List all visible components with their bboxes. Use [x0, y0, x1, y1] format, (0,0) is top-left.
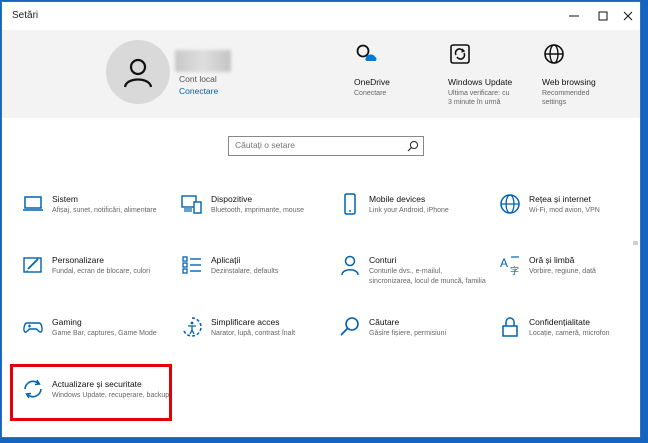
user-icon [123, 58, 153, 88]
tile-subtitle: Vorbire, regiune, dată [529, 268, 596, 275]
tile-title: Aplicații [211, 255, 241, 265]
header-item-subtitle: settings [542, 99, 567, 106]
devices-icon [181, 195, 202, 214]
header-item-subtitle: Conectare [354, 90, 387, 97]
tile-subtitle: Link your Android, iPhone [369, 207, 449, 214]
tile-system[interactable]: Sistem Afișaj, sunet, notificări, alimen… [22, 193, 172, 243]
tile-apps[interactable]: Aplicații Dezinstalare, defaults [181, 254, 331, 304]
maximize-icon [598, 11, 608, 21]
tile-title: Rețea și internet [529, 194, 591, 204]
tile-title: Dispozitive [211, 194, 253, 204]
header-item-subtitle: 3 minute în urmă [448, 99, 501, 106]
tile-personalization[interactable]: Personalizare Fundal, ecran de blocare, … [22, 254, 172, 304]
tile-title: Gaming [52, 317, 82, 327]
tile-title: Căutare [369, 317, 400, 327]
tile-subtitle: Găsire fișiere, permisiuni [369, 330, 447, 337]
header-item-title: OneDrive [354, 77, 390, 87]
close-icon [623, 11, 633, 21]
scrollbar-indicator[interactable] [633, 241, 638, 245]
search-icon[interactable] [407, 140, 419, 152]
tile-subtitle: Fundal, ecran de blocare, culori [52, 268, 151, 275]
laptop-icon [23, 196, 43, 211]
windows-update-icon [450, 44, 470, 64]
close-button[interactable] [614, 2, 640, 30]
tile-subtitle: Bluetooth, imprimante, mouse [211, 207, 304, 214]
phone-icon [344, 193, 356, 215]
apps-icon [182, 256, 201, 274]
avatar[interactable] [106, 40, 170, 104]
tile-subtitle: Dezinstalare, defaults [211, 268, 279, 275]
tile-search[interactable]: Căutare Găsire fișiere, permisiuni [339, 316, 489, 366]
gamepad-icon [23, 322, 43, 333]
settings-window: Setări Cont local Conectare OneDrive Con… [1, 1, 641, 438]
search-magnifier-icon [340, 317, 359, 336]
svg-text:A: A [500, 256, 508, 270]
header-item-subtitle: Ultima verificare: cu [448, 90, 510, 97]
tile-devices[interactable]: Dispozitive Bluetooth, imprimante, mouse [181, 193, 331, 243]
lock-icon [502, 317, 518, 337]
header-item-title: Windows Update [448, 77, 513, 87]
tile-gaming[interactable]: Gaming Game Bar, captures, Game Mode [22, 316, 172, 366]
tile-title: Sistem [52, 194, 78, 204]
person-icon [341, 255, 359, 276]
tile-title: Mobile devices [369, 194, 426, 204]
tile-accounts[interactable]: Conturi Conturile dvs., e-mailul, sincro… [339, 254, 489, 304]
onedrive-icon [356, 44, 377, 61]
minimize-icon [569, 15, 579, 17]
title-bar[interactable]: Setări [2, 2, 640, 30]
highlight-box [10, 364, 172, 421]
header-item-subtitle: Recommended [542, 90, 590, 97]
tile-network[interactable]: Rețea și internet Wi-Fi, mod avion, VPN [499, 193, 640, 243]
tile-title: Confidențialitate [529, 317, 590, 327]
tile-title: Conturi [369, 255, 397, 265]
personalization-icon [23, 257, 42, 273]
header-item-onedrive[interactable]: OneDrive Conectare [354, 42, 390, 98]
tile-subtitle: Afișaj, sunet, notificări, alimentare [52, 207, 157, 214]
window-title: Setări [12, 10, 39, 21]
tile-subtitle: Narator, lupă, contrast înalt [211, 330, 296, 337]
tile-privacy[interactable]: Confidențialitate Locație, cameră, micro… [499, 316, 640, 366]
header-item-title: Web browsing [542, 77, 596, 87]
tile-subtitle: Wi-Fi, mod avion, VPN [529, 207, 600, 214]
sign-in-link[interactable]: Conectare [179, 86, 218, 96]
account-header: Cont local Conectare OneDrive Conectare … [2, 30, 640, 118]
header-item-windows-update[interactable]: Windows Update Ultima verificare: cu 3 m… [448, 42, 512, 107]
search-input[interactable] [235, 140, 405, 150]
accessibility-icon [182, 317, 202, 337]
maximize-button[interactable] [589, 2, 617, 30]
account-type-label: Cont local [179, 74, 217, 84]
search-box[interactable] [228, 136, 424, 156]
time-language-icon: A 字 [500, 256, 519, 276]
tile-subtitle: Locație, cameră, microfon [529, 330, 610, 337]
svg-text:字: 字 [510, 265, 519, 276]
tile-title: Oră și limbă [529, 255, 575, 265]
tile-title: Personalizare [52, 255, 104, 265]
tile-title: Simplificare acces [211, 317, 280, 327]
network-globe-icon [500, 194, 520, 214]
tile-ease-of-access[interactable]: Simplificare acces Narator, lupă, contra… [181, 316, 331, 366]
header-item-web-browsing[interactable]: Web browsing Recommended settings [542, 42, 596, 107]
tile-mobile-devices[interactable]: Mobile devices Link your Android, iPhone [339, 193, 489, 243]
tile-subtitle: Game Bar, captures, Game Mode [52, 330, 157, 337]
tile-subtitle: Conturile dvs., e-mailul, sincronizarea,… [369, 268, 486, 285]
minimize-button[interactable] [560, 2, 588, 30]
blurred-username [175, 50, 231, 72]
globe-icon [544, 44, 564, 64]
tile-time-language[interactable]: A 字 Oră și limbă Vorbire, regiune, dată [499, 254, 640, 304]
